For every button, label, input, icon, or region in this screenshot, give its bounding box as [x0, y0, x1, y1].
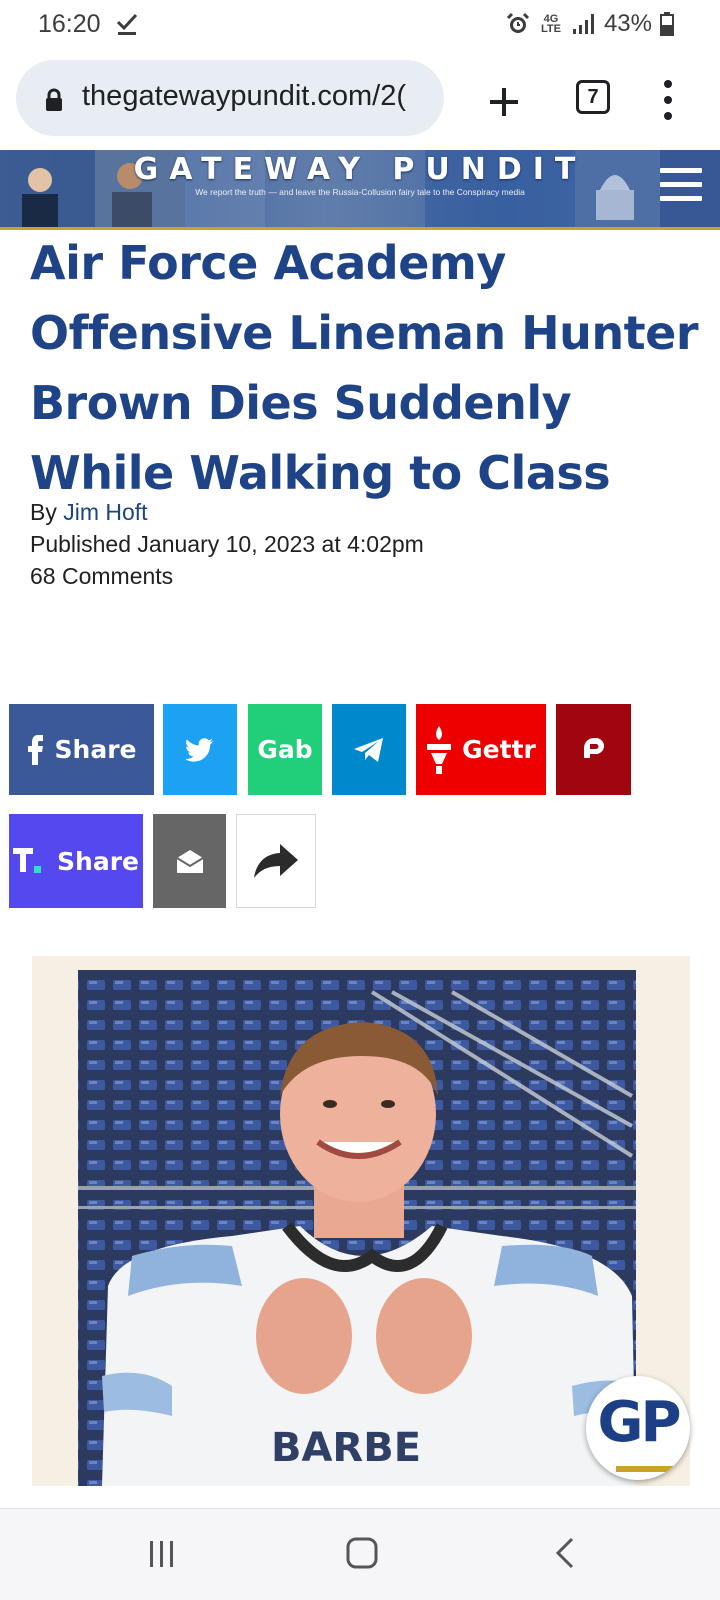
lock-icon[interactable] — [42, 88, 66, 112]
new-tab-plus-icon[interactable] — [476, 74, 532, 130]
status-time: 16:20 — [38, 10, 101, 38]
gettr-torch-icon — [427, 725, 452, 774]
gettr-share-label: Gettr — [462, 735, 536, 764]
check-icon — [116, 13, 138, 35]
gab-share-label: Gab — [257, 735, 313, 764]
gp-logo-badge[interactable]: GP — [586, 1376, 690, 1480]
author-link[interactable]: Jim Hoft — [63, 499, 147, 525]
browser-toolbar: thegatewaypundit.com/2( 7 — [0, 54, 720, 148]
network-type: 4G LTE — [540, 13, 561, 35]
gettr-share-button[interactable]: Gettr — [416, 704, 546, 795]
facebook-share-label: Share — [54, 735, 137, 764]
signal-icon — [572, 14, 594, 34]
comments-count[interactable]: 68 Comments — [30, 560, 173, 592]
status-bar: 16:20 4G LTE 43% — [0, 0, 720, 54]
parler-share-button[interactable] — [556, 704, 631, 795]
twitter-share-button[interactable] — [163, 704, 237, 795]
site-header-banner[interactable]: GATEWAY PUNDIT We report the truth — and… — [0, 150, 720, 230]
back-icon[interactable] — [544, 1533, 588, 1577]
address-bar[interactable]: thegatewaypundit.com/2( — [16, 60, 444, 136]
telegram-icon — [354, 737, 383, 762]
published-date: Published January 10, 2023 at 4:02pm — [30, 531, 424, 557]
gp-logo-underline — [616, 1466, 686, 1472]
truth-social-share-label: Share — [57, 846, 139, 876]
system-nav-bar — [0, 1508, 720, 1600]
battery-percent: 43% — [603, 10, 652, 37]
twitter-icon — [186, 737, 213, 762]
url-text[interactable]: thegatewaypundit.com/2( — [82, 80, 406, 113]
truth-social-share-button[interactable]: Share — [9, 814, 143, 908]
byline-prefix: By — [30, 499, 57, 525]
gp-logo-text: GP — [597, 1390, 681, 1455]
article-title: Air Force Academy Offensive Lineman Hunt… — [30, 236, 699, 500]
parler-icon — [583, 737, 604, 762]
byline: By Jim Hoft — [30, 496, 148, 528]
jersey-text: BARBE — [271, 1425, 421, 1471]
email-open-icon — [175, 850, 204, 873]
more-vert-icon[interactable] — [650, 78, 686, 124]
recent-apps-icon[interactable] — [140, 1533, 184, 1577]
site-tagline: We report the truth — and leave the Russ… — [195, 187, 525, 197]
facebook-icon — [27, 734, 43, 765]
home-icon[interactable] — [340, 1533, 384, 1577]
battery-icon — [660, 12, 674, 36]
status-indicators: 4G LTE 43% — [506, 10, 674, 38]
truth-social-icon — [13, 848, 42, 873]
more-share-button[interactable] — [236, 814, 316, 908]
gab-share-button[interactable]: Gab — [248, 704, 322, 795]
share-arrow-icon — [254, 844, 298, 878]
telegram-share-button[interactable] — [332, 704, 406, 795]
alarm-icon — [506, 12, 530, 33]
tab-switcher-button[interactable]: 7 — [576, 80, 610, 114]
hamburger-menu-icon[interactable] — [660, 168, 702, 206]
facebook-share-button[interactable]: Share — [9, 704, 154, 795]
email-share-button[interactable] — [153, 814, 226, 908]
site-logo-title[interactable]: GATEWAY PUNDIT — [0, 152, 720, 187]
